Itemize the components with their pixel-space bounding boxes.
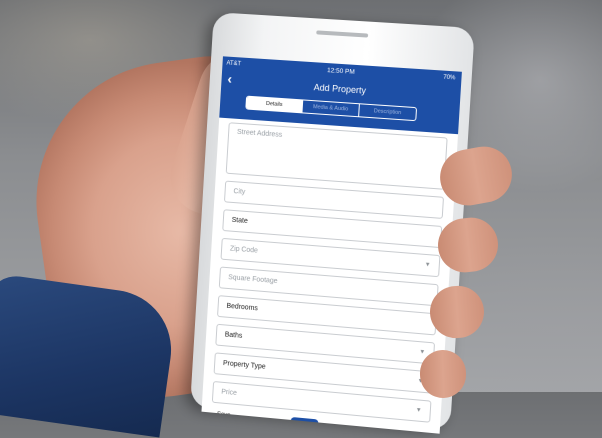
battery-label: 70% xyxy=(443,74,456,82)
property-form: Street Address City State Zip Code ▼ Squ… xyxy=(201,118,458,434)
tab-details[interactable]: Details xyxy=(246,96,303,113)
speaker xyxy=(316,30,369,38)
tab-media-audio[interactable]: Media & Audio xyxy=(301,100,359,117)
baths-value: Baths xyxy=(224,331,243,340)
price-placeholder: Price xyxy=(221,388,238,398)
property-type-value: Property Type xyxy=(222,360,266,371)
chevron-down-icon: ▼ xyxy=(415,407,422,414)
chevron-down-icon: ▼ xyxy=(424,261,431,269)
save-toggle[interactable] xyxy=(290,416,319,428)
state-value: State xyxy=(231,216,248,225)
street-address-field[interactable]: Street Address xyxy=(225,122,448,190)
zip-placeholder: Zip Code xyxy=(229,245,259,255)
save-label: Save xyxy=(216,411,231,419)
segmented-tabs: Details Media & Audio Description xyxy=(245,95,418,122)
tab-description[interactable]: Description xyxy=(358,104,417,121)
bedrooms-value: Bedrooms xyxy=(226,302,258,313)
